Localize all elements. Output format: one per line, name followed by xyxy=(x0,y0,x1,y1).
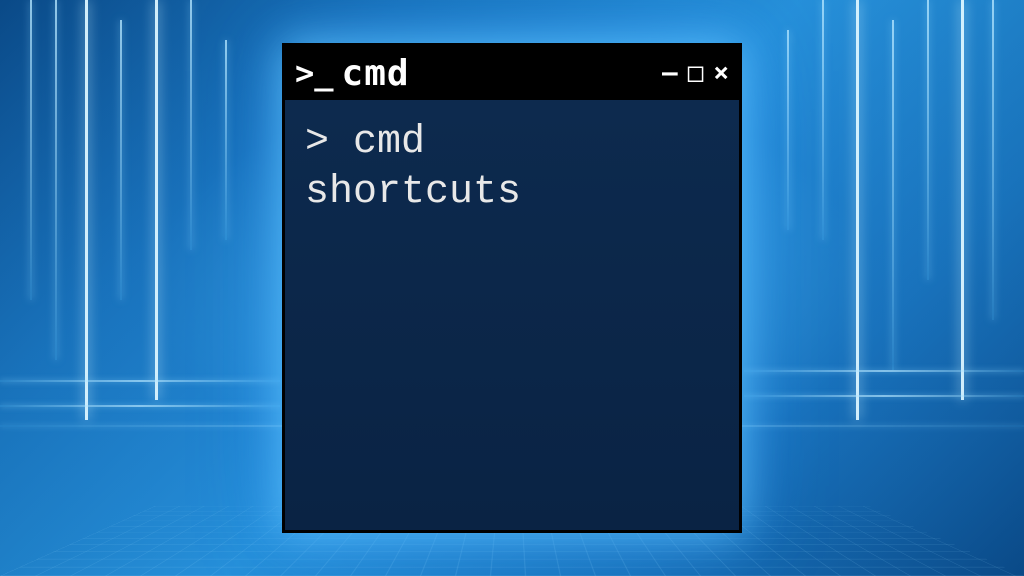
terminal-body[interactable]: > cmd shortcuts xyxy=(285,100,739,530)
command-line-1: > cmd xyxy=(305,118,719,168)
window-title: cmd xyxy=(342,53,655,94)
close-button[interactable]: × xyxy=(713,60,729,86)
terminal-prompt-icon: >_ xyxy=(295,54,334,92)
titlebar[interactable]: >_ cmd — □ × xyxy=(285,46,739,100)
command-text-1: cmd xyxy=(353,120,425,165)
terminal-window: >_ cmd — □ × > cmd shortcuts xyxy=(282,43,742,533)
command-text-2: shortcuts xyxy=(305,170,521,215)
prompt-symbol: > xyxy=(305,120,353,165)
maximize-button[interactable]: □ xyxy=(688,60,704,86)
window-controls: — □ × xyxy=(662,60,729,86)
minimize-button[interactable]: — xyxy=(662,60,678,86)
command-line-2: shortcuts xyxy=(305,168,719,218)
